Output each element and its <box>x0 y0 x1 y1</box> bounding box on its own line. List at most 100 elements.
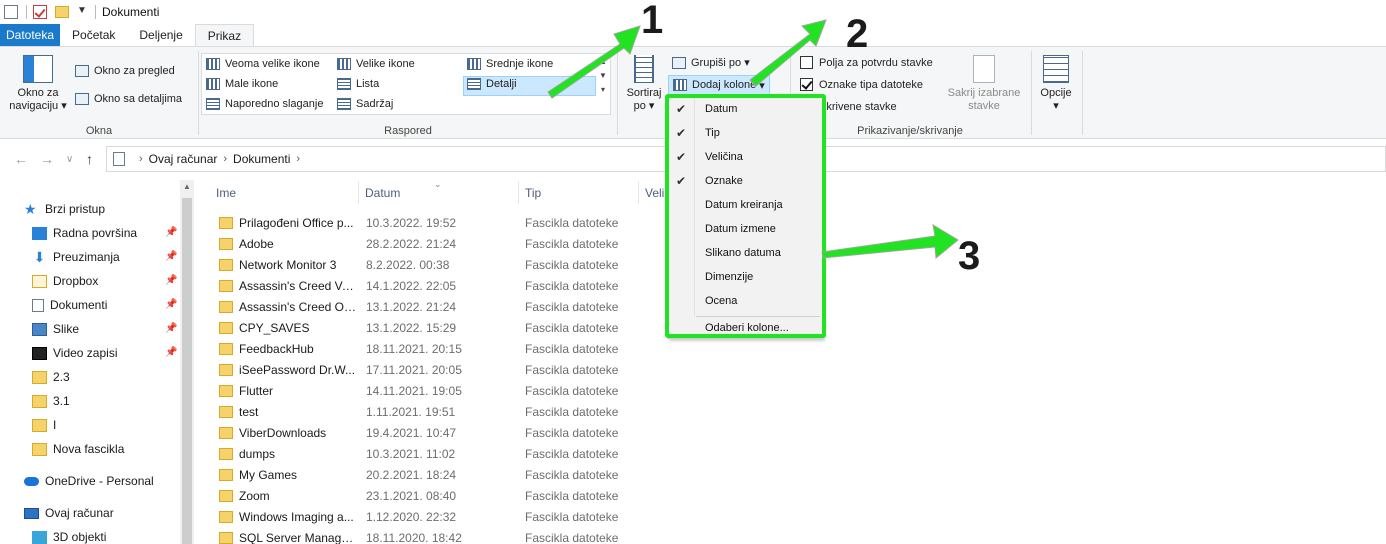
menu-item-column[interactable]: ✔ Veličina <box>668 145 822 169</box>
column-header-name[interactable]: Ime <box>210 180 358 206</box>
preview-pane-button[interactable]: Okno za pregled <box>75 65 175 77</box>
menu-item-column[interactable]: ✔ Datum <box>668 97 822 121</box>
table-row[interactable]: iSeePassword Dr.W... 17.11.2021. 20:05 Fas… <box>210 359 650 380</box>
file-date: 10.3.2021. 11:02 <box>366 446 456 461</box>
table-row[interactable]: CPY_SAVES 13.1.2022. 15:29 Fascikla datote… <box>210 317 650 338</box>
forward-icon[interactable]: → <box>40 151 54 167</box>
properties-icon[interactable] <box>33 5 47 19</box>
table-row[interactable]: Assassin's Creed Od... 13.1.2022. 21:24 Fa… <box>210 296 650 317</box>
nav-folder-nova[interactable]: Nova fascikla <box>32 439 124 459</box>
tab-datoteka[interactable]: Datoteka <box>0 24 61 46</box>
show-hide-group-label: Prikazivanje/skrivanje <box>857 125 963 137</box>
group-by-label: Grupiši po <box>691 56 742 69</box>
table-row[interactable]: Flutter 14.11.2021. 19:05 Fascikla datotek… <box>210 380 650 401</box>
table-row[interactable]: ViberDownloads 19.4.2021. 10:47 Fascikla d… <box>210 422 650 443</box>
content-icon <box>337 98 351 110</box>
menu-item-column[interactable]: ✔ Tip <box>668 121 822 145</box>
table-row[interactable]: SQL Server Manage... 18.11.2020. 18:42 Fas… <box>210 527 650 544</box>
layout-group-label: Raspored <box>384 125 432 137</box>
layout-list[interactable]: Lista <box>337 78 379 90</box>
up-icon[interactable]: ↑ <box>86 151 93 167</box>
table-row[interactable]: Zoom 23.1.2021. 08:40 Fascikla datoteke <box>210 485 650 506</box>
nav-folder-i[interactable]: I <box>32 415 56 435</box>
chevron-right-icon[interactable]: › <box>223 153 227 165</box>
add-columns-icon <box>673 79 687 91</box>
table-row[interactable]: Network Monitor 3 8.2.2022. 00:38 Fascikla… <box>210 254 650 275</box>
tab-prikaz[interactable]: Prikaz <box>194 24 255 47</box>
table-row[interactable]: Adobe 28.2.2022. 21:24 Fascikla datoteke <box>210 233 650 254</box>
cloud-icon <box>24 476 39 486</box>
details-pane-button[interactable]: Okno sa detaljima <box>75 93 182 105</box>
table-row[interactable]: test 1.11.2021. 19:51 Fascikla datoteke <box>210 401 650 422</box>
nav-this-pc[interactable]: Ovaj računar <box>24 503 114 523</box>
table-row[interactable]: dumps 10.3.2021. 11:02 Fascikla datoteke <box>210 443 650 464</box>
options-button[interactable]: Opcije ▾ <box>1036 55 1076 113</box>
recent-locations-icon[interactable]: ∨ <box>66 154 73 165</box>
file-date: 14.11.2021. 19:05 <box>366 383 462 398</box>
pin-icon[interactable]: 📌 <box>165 299 177 310</box>
new-folder-icon[interactable] <box>55 6 69 18</box>
nav-desktop[interactable]: Radna površina <box>32 223 137 243</box>
breadcrumb-documents[interactable]: Dokumenti <box>233 152 290 166</box>
chevron-right-icon[interactable]: › <box>296 153 300 165</box>
tab-deljenje[interactable]: Deljenje <box>127 24 194 46</box>
layout-content[interactable]: Sadržaj <box>337 98 393 110</box>
layout-details[interactable]: Detalji <box>467 78 517 90</box>
file-type: Fascikla datoteke <box>525 341 619 356</box>
nav-folder-2-3[interactable]: 2.3 <box>32 367 70 387</box>
menu-item-column[interactable]: Slikano datuma <box>668 241 822 265</box>
nav-scrollbar[interactable]: ▲ <box>180 180 194 544</box>
layout-extra-large-icons[interactable]: Veoma velike ikone <box>206 58 320 70</box>
pin-icon[interactable]: 📌 <box>165 323 177 334</box>
nav-pictures[interactable]: Slike <box>32 319 79 339</box>
nav-quick-access[interactable]: ★ Brzi pristup <box>24 199 105 219</box>
layout-medium-icons[interactable]: Srednje ikone <box>467 58 553 70</box>
pin-icon[interactable]: 📌 <box>165 227 177 238</box>
table-row[interactable]: Windows Imaging a... 1.12.2020. 22:32 Fasc… <box>210 506 650 527</box>
menu-item-choose-columns[interactable]: Odaberi kolone... <box>668 316 822 340</box>
column-header-type[interactable]: Tip <box>519 180 637 206</box>
back-icon[interactable]: ← <box>14 151 28 167</box>
layout-large-icons[interactable]: Velike ikone <box>337 58 415 70</box>
star-icon: ★ <box>24 200 37 217</box>
document-icon[interactable] <box>4 5 18 19</box>
nav-downloads[interactable]: ⬇ Preuzimanja <box>32 247 120 267</box>
table-row[interactable]: FeedbackHub 18.11.2021. 20:15 Fascikla dat… <box>210 338 650 359</box>
pin-icon[interactable]: 📌 <box>165 275 177 286</box>
nav-folder-3-1[interactable]: 3.1 <box>32 391 70 411</box>
nav-label: Ovaj računar <box>45 506 114 520</box>
nav-dropbox[interactable]: Dropbox <box>32 271 98 291</box>
add-columns-button[interactable]: Dodaj kolone ▾ <box>668 75 770 95</box>
menu-item-column[interactable]: Datum izmene <box>668 217 822 241</box>
nav-onedrive[interactable]: OneDrive - Personal <box>24 471 154 491</box>
layout-gallery-scroll[interactable]: ▲ ▼ ▾ <box>596 55 610 115</box>
file-date: 13.1.2022. 21:24 <box>366 299 457 314</box>
nav-3d-objects[interactable]: 3D objekti <box>32 527 106 544</box>
scroll-thumb[interactable] <box>182 198 192 544</box>
nav-documents[interactable]: Dokumenti <box>32 295 107 315</box>
group-by-button[interactable]: Grupiši po ▾ <box>672 56 750 69</box>
nav-videos[interactable]: Video zapisi <box>32 343 118 363</box>
table-row[interactable]: My Games 20.2.2021. 18:24 Fascikla datotek… <box>210 464 650 485</box>
table-row[interactable]: Prilagođeni Office p... 10.3.2022. 19:52 F… <box>210 212 650 233</box>
file-name: CPY_SAVES <box>239 320 310 335</box>
menu-item-label: Odaberi kolone... <box>705 322 789 334</box>
layout-tiles[interactable]: Naporedno slaganje <box>206 98 323 110</box>
menu-item-column[interactable]: Datum kreiranja <box>668 193 822 217</box>
pin-icon[interactable]: 📌 <box>165 347 177 358</box>
chevron-right-icon[interactable]: › <box>139 153 143 165</box>
pin-icon[interactable]: 📌 <box>165 251 177 262</box>
layout-small-icons[interactable]: Male ikone <box>206 78 278 90</box>
menu-item-column[interactable]: ✔ Oznake <box>668 169 822 193</box>
table-row[interactable]: Assassin's Creed Val... 14.1.2022. 22:05 F… <box>210 275 650 296</box>
menu-item-column[interactable]: Dimenzije <box>668 265 822 289</box>
sort-by-button[interactable]: Sortiraj po ▾ <box>624 55 664 113</box>
breadcrumb-this-pc[interactable]: Ovaj računar <box>149 152 218 166</box>
checkmark-icon: ✔ <box>675 150 687 164</box>
tab-pocetak[interactable]: Početak <box>60 24 127 46</box>
desktop-icon <box>32 226 47 240</box>
chevron-down-icon[interactable]: ▼ <box>77 5 87 19</box>
menu-item-column[interactable]: Ocena <box>668 289 822 313</box>
scroll-up-icon[interactable]: ▲ <box>180 182 194 191</box>
nav-pane-button[interactable]: Okno za navigaciju ▾ <box>8 55 68 113</box>
